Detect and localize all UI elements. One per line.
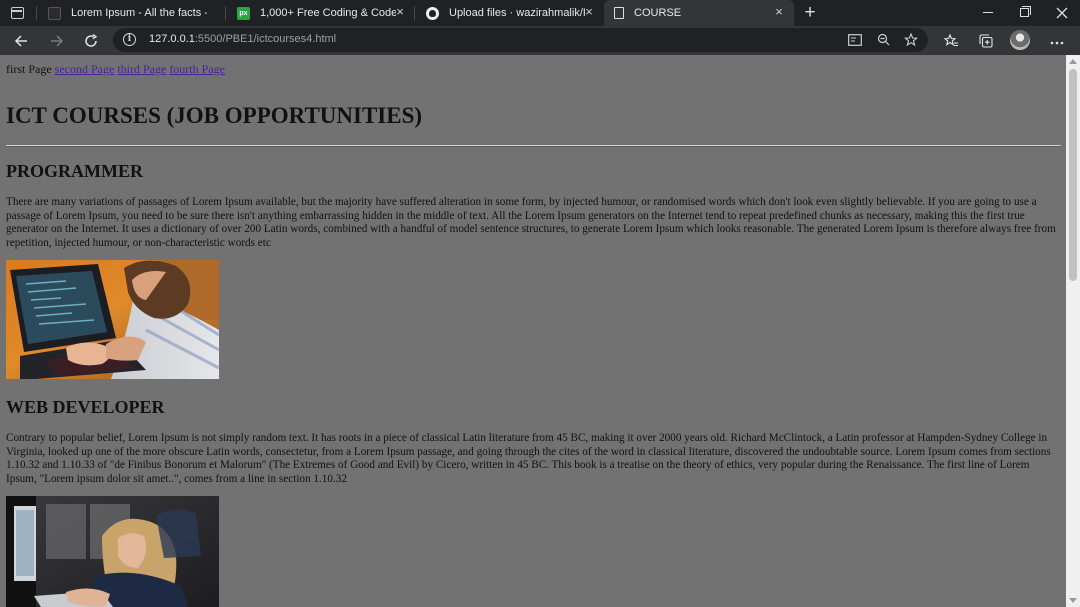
address-bar[interactable]: i 127.0.0.1:5500/PBE1/ictcourses4.html (113, 28, 928, 52)
close-window-icon (1056, 7, 1068, 19)
reload-button[interactable] (80, 30, 102, 52)
star-plus-glyph (903, 32, 919, 47)
github-favicon-icon (426, 6, 439, 20)
tab-actions-menu-icon[interactable] (8, 4, 26, 22)
nav-link-third-page[interactable]: third Page (117, 62, 166, 76)
page-nav: first Page second Page third Page fourth… (6, 62, 225, 77)
arrow-right-icon (51, 35, 64, 47)
page-title: ICT COURSES (JOB OPPORTUNITIES) (6, 103, 423, 128)
nav-link-second-page[interactable]: second Page (55, 62, 115, 76)
collections-button[interactable] (975, 30, 997, 52)
url-host: 127.0.0.1 (149, 33, 195, 45)
section-text-programmer: There are many variations of passages of… (6, 196, 1056, 249)
web-developer-photo (6, 496, 219, 607)
arrow-left-icon (14, 35, 27, 47)
zoom-glyph (877, 33, 889, 46)
page-viewport: first Page second Page third Page fourth… (0, 55, 1066, 607)
reader-view-glyph (848, 34, 862, 46)
forward-button[interactable] (46, 30, 68, 52)
section-text-web-developer: Contrary to popular belief, Lorem Ipsum … (6, 432, 1051, 485)
reader-view-icon[interactable] (846, 31, 864, 49)
horizontal-rule (6, 145, 1061, 147)
tab-title: 1,000+ Free Coding & Code Ima (260, 7, 396, 19)
scroll-up-arrow-icon[interactable] (1069, 59, 1077, 64)
minimize-icon (983, 12, 993, 14)
tab-title: Upload files · wazirahmalik/PBE1 (449, 7, 585, 19)
info-icon[interactable]: i (123, 33, 136, 46)
tab-strip: Lorem Ipsum - All the facts - Lip px 1,0… (0, 0, 1080, 26)
new-tab-button[interactable]: + (800, 3, 820, 23)
collections-icon (979, 34, 993, 48)
tab-separator (414, 6, 415, 20)
more-dots-icon (1050, 41, 1064, 45)
add-favorite-icon[interactable] (902, 31, 920, 49)
section-heading-web-developer: WEB DEVELOPER (6, 397, 165, 417)
close-tab-icon[interactable]: × (582, 5, 596, 19)
favorites-button[interactable] (940, 30, 962, 52)
url-path: :5500/PBE1/ictcourses4.html (194, 33, 337, 45)
zoom-icon[interactable] (874, 31, 892, 49)
lipsum-favicon-icon (48, 6, 61, 20)
minimize-button[interactable] (970, 0, 1006, 26)
tab-separator (225, 6, 226, 20)
close-window-button[interactable] (1044, 0, 1080, 26)
url-text[interactable]: 127.0.0.1:5500/PBE1/ictcourses4.html (149, 33, 336, 45)
web-developer-photo-image (6, 496, 219, 607)
settings-more-button[interactable] (1046, 30, 1068, 52)
scroll-thumb[interactable] (1069, 69, 1077, 281)
scroll-down-arrow-icon[interactable] (1069, 598, 1077, 603)
browser-toolbar: i 127.0.0.1:5500/PBE1/ictcourses4.html (0, 26, 1080, 55)
programmer-photo (6, 260, 219, 379)
tab-title: Lorem Ipsum - All the facts - Lip (71, 7, 207, 19)
restore-icon-back (1022, 6, 1031, 15)
tab-pexels[interactable]: px 1,000+ Free Coding & Code Ima × (225, 0, 415, 26)
reload-icon (85, 33, 98, 47)
pexels-favicon-icon: px (237, 6, 250, 20)
tab-lorem-ipsum[interactable]: Lorem Ipsum - All the facts - Lip (36, 0, 227, 26)
programmer-photo-image (6, 260, 219, 379)
close-tab-icon[interactable]: × (393, 5, 407, 19)
favorites-icon (943, 33, 958, 47)
back-button[interactable] (10, 30, 32, 52)
tab-title: COURSE (634, 7, 682, 19)
tab-separator (36, 6, 37, 20)
restore-button[interactable] (1007, 0, 1043, 26)
tab-course[interactable]: COURSE × (604, 0, 794, 26)
close-tab-icon[interactable]: × (772, 5, 786, 19)
nav-current-page: first Page (6, 62, 52, 76)
tab-github-upload[interactable]: Upload files · wazirahmalik/PBE1 × (414, 0, 604, 26)
nav-link-fourth-page[interactable]: fourth Page (169, 62, 225, 76)
profile-avatar[interactable] (1010, 30, 1030, 50)
section-heading-programmer: PROGRAMMER (6, 161, 143, 181)
document-favicon-icon (614, 7, 624, 19)
vertical-scrollbar[interactable] (1066, 55, 1080, 607)
